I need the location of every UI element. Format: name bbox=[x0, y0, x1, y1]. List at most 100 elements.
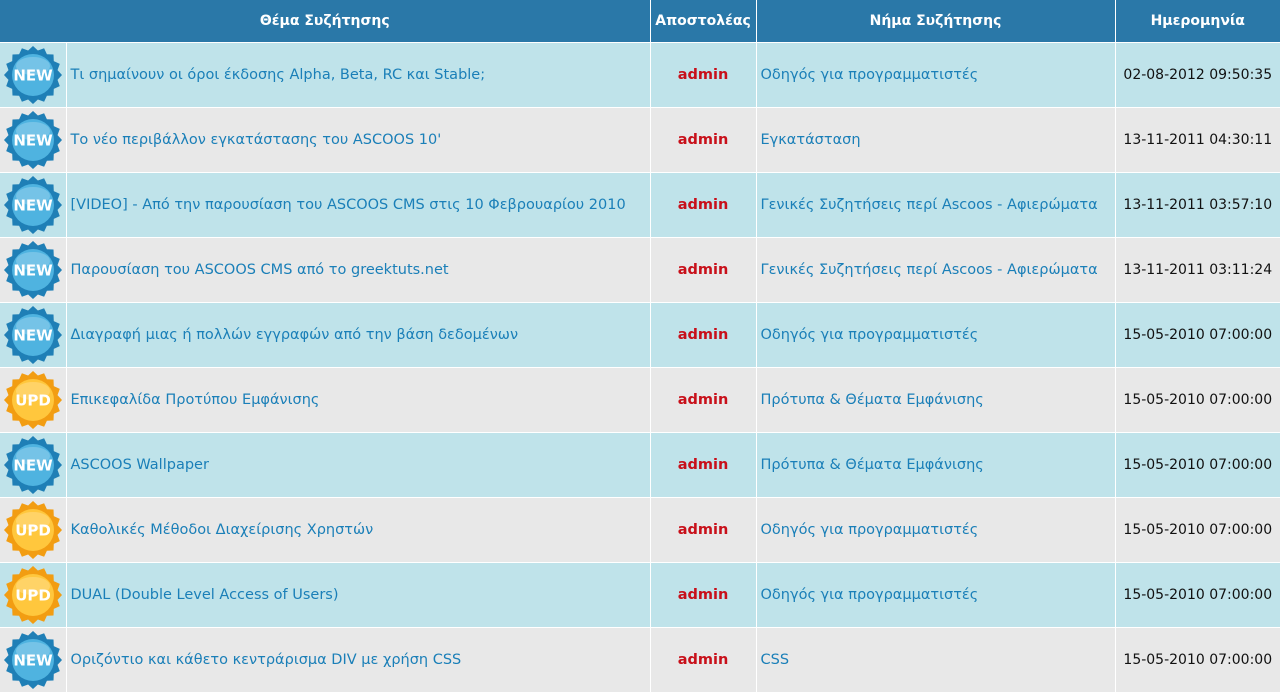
upd-badge-icon: UPD bbox=[3, 500, 63, 560]
svg-text:UPD: UPD bbox=[15, 392, 51, 410]
post-date: 15-05-2010 07:00:00 bbox=[1123, 457, 1273, 473]
post-date: 15-05-2010 07:00:00 bbox=[1123, 587, 1273, 603]
sender-cell: admin bbox=[650, 237, 757, 303]
new-badge-icon: NEW bbox=[3, 110, 63, 170]
thread-link[interactable]: CSS bbox=[761, 652, 790, 668]
svg-text:UPD: UPD bbox=[15, 522, 51, 540]
forum-topics-table: Θέμα Συζήτησης Αποστολέας Νήμα Συζήτησης… bbox=[0, 0, 1280, 692]
upd-badge-icon: UPD bbox=[3, 370, 63, 430]
thread-link[interactable]: Οδηγός για προγραμματιστές bbox=[761, 587, 979, 603]
svg-text:NEW: NEW bbox=[13, 197, 53, 215]
thread-cell: Γενικές Συζητήσεις περί Ascoos - Αφιερώμ… bbox=[756, 172, 1116, 238]
topic-link[interactable]: ASCOOS Wallpaper bbox=[71, 457, 209, 473]
topic-cell: Το νέο περιβάλλον εγκατάστασης του ASCOO… bbox=[66, 107, 651, 173]
post-date: 15-05-2010 07:00:00 bbox=[1123, 522, 1273, 538]
svg-text:NEW: NEW bbox=[13, 67, 53, 85]
sender-name: admin bbox=[677, 197, 729, 213]
thread-cell: Πρότυπα & Θέματα Εμφάνισης bbox=[756, 432, 1116, 498]
svg-text:NEW: NEW bbox=[13, 327, 53, 345]
topic-link[interactable]: Διαγραφή μιας ή πολλών εγγραφών από την … bbox=[71, 327, 519, 343]
post-date: 02-08-2012 09:50:35 bbox=[1123, 67, 1273, 83]
sender-cell: admin bbox=[650, 107, 757, 173]
header-row: Θέμα Συζήτησης Αποστολέας Νήμα Συζήτησης… bbox=[0, 0, 1280, 43]
thread-cell: Εγκατάσταση bbox=[756, 107, 1116, 173]
sender-cell: admin bbox=[650, 367, 757, 433]
sender-cell: admin bbox=[650, 172, 757, 238]
sender-name: admin bbox=[677, 392, 729, 408]
topic-cell: Τι σημαίνουν οι όροι έκδοσης Alpha, Beta… bbox=[66, 42, 651, 108]
thread-link[interactable]: Πρότυπα & Θέματα Εμφάνισης bbox=[761, 392, 984, 408]
date-cell: 13-11-2011 04:30:11 bbox=[1115, 107, 1280, 173]
topic-cell: Καθολικές Μέθοδοι Διαχείρισης Χρηστών bbox=[66, 497, 651, 563]
svg-text:NEW: NEW bbox=[13, 652, 53, 670]
thread-cell: CSS bbox=[756, 627, 1116, 692]
sender-name: admin bbox=[677, 457, 729, 473]
date-cell: 15-05-2010 07:00:00 bbox=[1115, 302, 1280, 368]
sender-cell: admin bbox=[650, 432, 757, 498]
badge-cell: NEW bbox=[0, 42, 67, 108]
sender-name: admin bbox=[677, 262, 729, 278]
new-badge-icon: NEW bbox=[3, 630, 63, 690]
date-cell: 13-11-2011 03:57:10 bbox=[1115, 172, 1280, 238]
topic-link[interactable]: Το νέο περιβάλλον εγκατάστασης του ASCOO… bbox=[71, 132, 442, 148]
thread-link[interactable]: Οδηγός για προγραμματιστές bbox=[761, 327, 979, 343]
badge-cell: NEW bbox=[0, 302, 67, 368]
table-row: NEW [VIDEO] - Από την παρουσίαση του ASC… bbox=[0, 172, 1280, 238]
topic-cell: DUAL (Double Level Access of Users) bbox=[66, 562, 651, 628]
sender-cell: admin bbox=[650, 497, 757, 563]
badge-cell: NEW bbox=[0, 107, 67, 173]
date-cell: 15-05-2010 07:00:00 bbox=[1115, 497, 1280, 563]
thread-link[interactable]: Γενικές Συζητήσεις περί Ascoos - Αφιερώμ… bbox=[761, 197, 1098, 213]
badge-cell: NEW bbox=[0, 172, 67, 238]
topic-link[interactable]: DUAL (Double Level Access of Users) bbox=[71, 587, 339, 603]
thread-link[interactable]: Οδηγός για προγραμματιστές bbox=[761, 67, 979, 83]
topic-cell: Επικεφαλίδα Προτύπου Εμφάνισης bbox=[66, 367, 651, 433]
new-badge-icon: NEW bbox=[3, 175, 63, 235]
topic-cell: Οριζόντιο και κάθετο κεντράρισμα DIV με … bbox=[66, 627, 651, 692]
sender-name: admin bbox=[677, 67, 729, 83]
topic-link[interactable]: Οριζόντιο και κάθετο κεντράρισμα DIV με … bbox=[71, 652, 462, 668]
topic-cell: Διαγραφή μιας ή πολλών εγγραφών από την … bbox=[66, 302, 651, 368]
thread-link[interactable]: Πρότυπα & Θέματα Εμφάνισης bbox=[761, 457, 984, 473]
date-cell: 15-05-2010 07:00:00 bbox=[1115, 562, 1280, 628]
table-row: NEW Τι σημαίνουν οι όροι έκδοσης Alpha, … bbox=[0, 42, 1280, 108]
column-header-topic: Θέμα Συζήτησης bbox=[0, 0, 651, 43]
svg-text:NEW: NEW bbox=[13, 132, 53, 150]
sender-cell: admin bbox=[650, 562, 757, 628]
date-cell: 15-05-2010 07:00:00 bbox=[1115, 627, 1280, 692]
sender-name: admin bbox=[677, 652, 729, 668]
topic-link[interactable]: Παρουσίαση του ASCOOS CMS από το greektu… bbox=[71, 262, 449, 278]
date-cell: 15-05-2010 07:00:00 bbox=[1115, 432, 1280, 498]
thread-cell: Γενικές Συζητήσεις περί Ascoos - Αφιερώμ… bbox=[756, 237, 1116, 303]
column-header-date: Ημερομηνία bbox=[1115, 0, 1280, 43]
topic-link[interactable]: Επικεφαλίδα Προτύπου Εμφάνισης bbox=[71, 392, 320, 408]
badge-cell: NEW bbox=[0, 237, 67, 303]
badge-cell: UPD bbox=[0, 562, 67, 628]
column-header-thread: Νήμα Συζήτησης bbox=[756, 0, 1116, 43]
topic-link[interactable]: [VIDEO] - Από την παρουσίαση του ASCOOS … bbox=[71, 197, 626, 213]
new-badge-icon: NEW bbox=[3, 45, 63, 105]
table-row: NEW ASCOOS Wallpaper admin Πρότυπα & Θέμ… bbox=[0, 432, 1280, 498]
topic-link[interactable]: Τι σημαίνουν οι όροι έκδοσης Alpha, Beta… bbox=[71, 67, 486, 83]
date-cell: 02-08-2012 09:50:35 bbox=[1115, 42, 1280, 108]
sender-name: admin bbox=[677, 327, 729, 343]
table-row: UPD Καθολικές Μέθοδοι Διαχείρισης Χρηστώ… bbox=[0, 497, 1280, 563]
topic-link[interactable]: Καθολικές Μέθοδοι Διαχείρισης Χρηστών bbox=[71, 522, 374, 538]
thread-cell: Οδηγός για προγραμματιστές bbox=[756, 562, 1116, 628]
thread-link[interactable]: Οδηγός για προγραμματιστές bbox=[761, 522, 979, 538]
post-date: 15-05-2010 07:00:00 bbox=[1123, 652, 1273, 668]
sender-name: admin bbox=[677, 587, 729, 603]
table-row: NEW Παρουσίαση του ASCOOS CMS από το gre… bbox=[0, 237, 1280, 303]
svg-text:UPD: UPD bbox=[15, 587, 51, 605]
thread-link[interactable]: Εγκατάσταση bbox=[761, 132, 861, 148]
upd-badge-icon: UPD bbox=[3, 565, 63, 625]
sender-cell: admin bbox=[650, 627, 757, 692]
topic-cell: [VIDEO] - Από την παρουσίαση του ASCOOS … bbox=[66, 172, 651, 238]
table-body: NEW Τι σημαίνουν οι όροι έκδοσης Alpha, … bbox=[0, 42, 1280, 692]
thread-link[interactable]: Γενικές Συζητήσεις περί Ascoos - Αφιερώμ… bbox=[761, 262, 1098, 278]
badge-cell: NEW bbox=[0, 627, 67, 692]
thread-cell: Οδηγός για προγραμματιστές bbox=[756, 42, 1116, 108]
badge-cell: UPD bbox=[0, 497, 67, 563]
table-header: Θέμα Συζήτησης Αποστολέας Νήμα Συζήτησης… bbox=[0, 0, 1280, 43]
sender-name: admin bbox=[677, 522, 729, 538]
